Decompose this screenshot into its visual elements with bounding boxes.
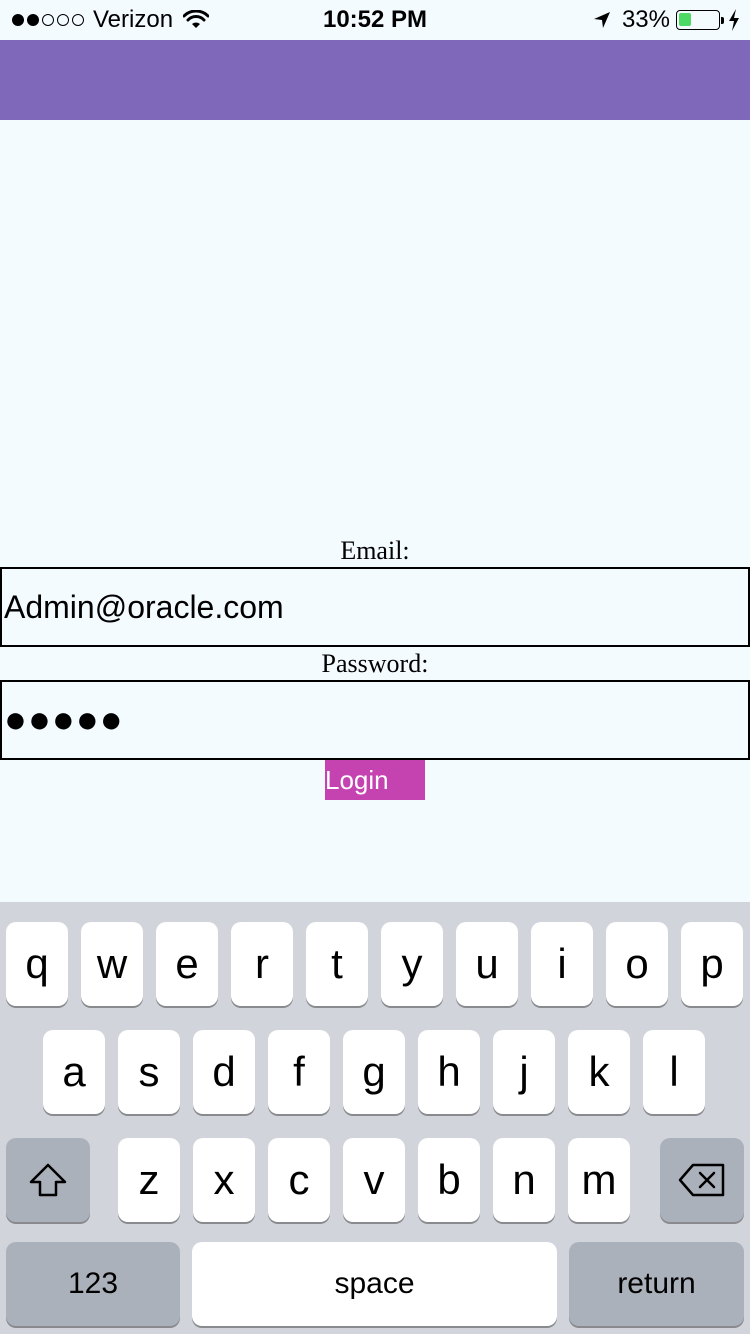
key-y[interactable]: y <box>381 922 443 1006</box>
status-bar: Verizon 10:52 PM 33% <box>0 0 750 40</box>
key-s[interactable]: s <box>118 1030 180 1114</box>
return-key[interactable]: return <box>569 1242 744 1326</box>
key-c[interactable]: c <box>268 1138 330 1222</box>
battery-percent: 33% <box>621 6 670 33</box>
backspace-icon <box>678 1163 725 1197</box>
battery-nub <box>721 17 724 24</box>
charging-bolt-icon <box>729 9 739 31</box>
key-p[interactable]: p <box>681 922 743 1006</box>
email-label: Email: <box>340 536 410 565</box>
key-z[interactable]: z <box>118 1138 180 1222</box>
login-button[interactable]: Login <box>325 760 425 800</box>
email-field[interactable] <box>0 567 750 647</box>
key-i[interactable]: i <box>531 922 593 1006</box>
password-label: Password: <box>321 649 429 678</box>
key-b[interactable]: b <box>418 1138 480 1222</box>
key-a[interactable]: a <box>43 1030 105 1114</box>
location-arrow-icon <box>593 12 610 28</box>
delete-key[interactable] <box>660 1138 744 1222</box>
shift-key[interactable] <box>6 1138 90 1222</box>
key-j[interactable]: j <box>493 1030 555 1114</box>
key-e[interactable]: e <box>156 922 218 1006</box>
app-header <box>0 40 750 120</box>
key-o[interactable]: o <box>606 922 668 1006</box>
key-h[interactable]: h <box>418 1030 480 1114</box>
battery-fill <box>679 13 691 26</box>
key-k[interactable]: k <box>568 1030 630 1114</box>
key-r[interactable]: r <box>231 922 293 1006</box>
space-key[interactable]: space <box>192 1242 557 1326</box>
key-u[interactable]: u <box>456 922 518 1006</box>
key-f[interactable]: f <box>268 1030 330 1114</box>
numbers-key[interactable]: 123 <box>6 1242 180 1326</box>
shift-icon <box>29 1163 67 1197</box>
key-w[interactable]: w <box>81 922 143 1006</box>
key-g[interactable]: g <box>343 1030 405 1114</box>
key-t[interactable]: t <box>306 922 368 1006</box>
key-q[interactable]: q <box>6 922 68 1006</box>
status-right: 33% <box>592 6 740 34</box>
key-x[interactable]: x <box>193 1138 255 1222</box>
keyboard: 123 space return qwertyuiop asdfghjkl zxcv… <box>0 902 750 1334</box>
key-n[interactable]: n <box>493 1138 555 1222</box>
key-v[interactable]: v <box>343 1138 405 1222</box>
key-d[interactable]: d <box>193 1030 255 1114</box>
battery-icon <box>676 10 724 30</box>
password-field[interactable] <box>0 680 750 760</box>
key-l[interactable]: l <box>643 1030 705 1114</box>
key-m[interactable]: m <box>568 1138 630 1222</box>
